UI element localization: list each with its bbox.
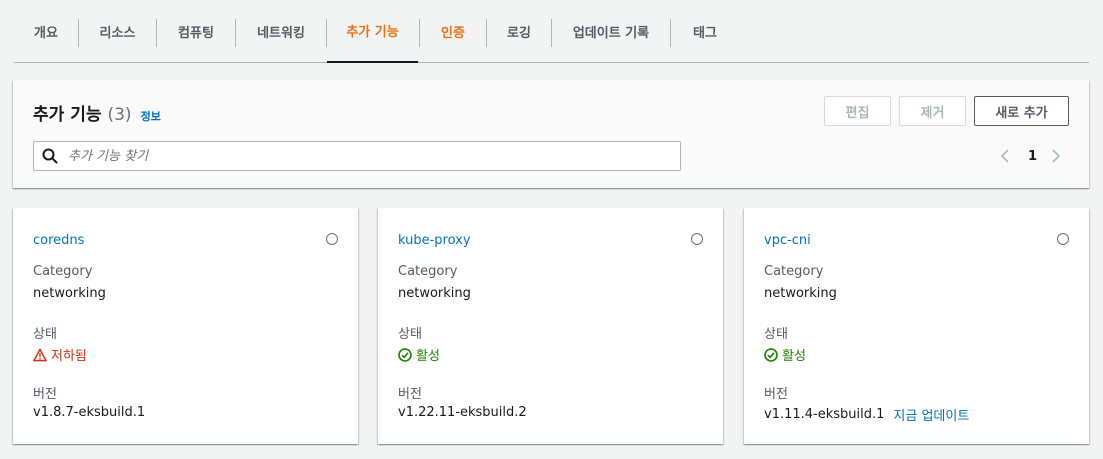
status-label: 상태 <box>33 327 57 342</box>
tab-overview[interactable]: 개요 <box>14 0 78 62</box>
status-value: 저하됨 <box>33 345 87 364</box>
tab-resources[interactable]: 리소스 <box>79 0 156 62</box>
search-input[interactable] <box>66 147 650 165</box>
version-text: v1.11.4-eksbuild.1 <box>764 407 885 422</box>
category-value: networking <box>33 286 106 301</box>
tab-authentication[interactable]: 인증 <box>420 0 486 62</box>
select-radio[interactable] <box>326 233 338 245</box>
tab-compute[interactable]: 컴퓨팅 <box>157 0 235 62</box>
warning-icon <box>33 348 47 362</box>
tab-networking[interactable]: 네트워킹 <box>236 0 326 62</box>
status-text: 저하됨 <box>51 349 87 364</box>
update-now-link[interactable]: 지금 업데이트 <box>893 405 969 424</box>
status-text: 활성 <box>782 349 806 364</box>
category-value: networking <box>398 286 471 301</box>
remove-button[interactable]: 제거 <box>899 96 966 126</box>
select-radio[interactable] <box>1057 233 1069 245</box>
check-circle-icon <box>764 347 778 362</box>
tab-addons[interactable]: 추가 기능 <box>327 0 418 63</box>
category-label: Category <box>764 264 824 279</box>
tab-tags[interactable]: 태그 <box>671 0 739 62</box>
status-value: 활성 <box>764 345 806 364</box>
tab-bar: 개요 리소스 컴퓨팅 네트워킹 추가 기능 인증 로깅 업데이트 기록 태그 <box>14 0 1089 63</box>
version-label: 버전 <box>764 387 788 402</box>
addon-name-link[interactable]: kube-proxy <box>398 233 471 248</box>
info-link[interactable]: 정보 <box>141 108 161 124</box>
search-box[interactable] <box>33 141 681 171</box>
addon-name-link[interactable]: vpc-cni <box>764 233 811 248</box>
chevron-right-icon[interactable] <box>1048 148 1064 164</box>
category-label: Category <box>33 264 93 279</box>
version-value: v1.11.4-eksbuild.1 지금 업데이트 <box>764 405 969 424</box>
edit-button[interactable]: 편집 <box>824 96 891 126</box>
status-value: 활성 <box>398 345 440 364</box>
status-label: 상태 <box>398 327 422 342</box>
pagination: 1 <box>997 146 1064 166</box>
tab-update-history[interactable]: 업데이트 기록 <box>552 0 670 62</box>
select-radio[interactable] <box>691 233 703 245</box>
category-label: Category <box>398 264 458 279</box>
version-value: v1.22.11-eksbuild.2 <box>398 405 527 420</box>
addon-card[interactable]: coredns Category networking 상태 저하됨 버전 v1… <box>13 208 358 444</box>
page-number[interactable]: 1 <box>1028 149 1037 164</box>
add-new-button[interactable]: 새로 추가 <box>974 96 1069 126</box>
check-circle-icon <box>398 347 412 362</box>
tab-logging[interactable]: 로깅 <box>487 0 551 62</box>
status-label: 상태 <box>764 327 788 342</box>
version-label: 버전 <box>33 387 57 402</box>
addons-count: (3) <box>107 105 132 125</box>
status-text: 활성 <box>416 349 440 364</box>
chevron-left-icon[interactable] <box>997 148 1013 164</box>
search-icon <box>42 148 58 164</box>
category-value: networking <box>764 286 837 301</box>
addon-name-link[interactable]: coredns <box>33 233 84 248</box>
version-value: v1.8.7-eksbuild.1 <box>33 405 146 420</box>
addon-card[interactable]: kube-proxy Category networking 상태 활성 버전 … <box>378 208 723 444</box>
version-label: 버전 <box>398 387 422 402</box>
page-title: 추가 기능 (3) 정보 <box>33 100 161 125</box>
panel-title-text: 추가 기능 <box>33 105 102 125</box>
addon-card[interactable]: vpc-cni Category networking 상태 활성 버전 v1.… <box>744 208 1089 444</box>
addons-header-panel: 추가 기능 (3) 정보 편집 제거 새로 추가 1 <box>13 80 1089 188</box>
